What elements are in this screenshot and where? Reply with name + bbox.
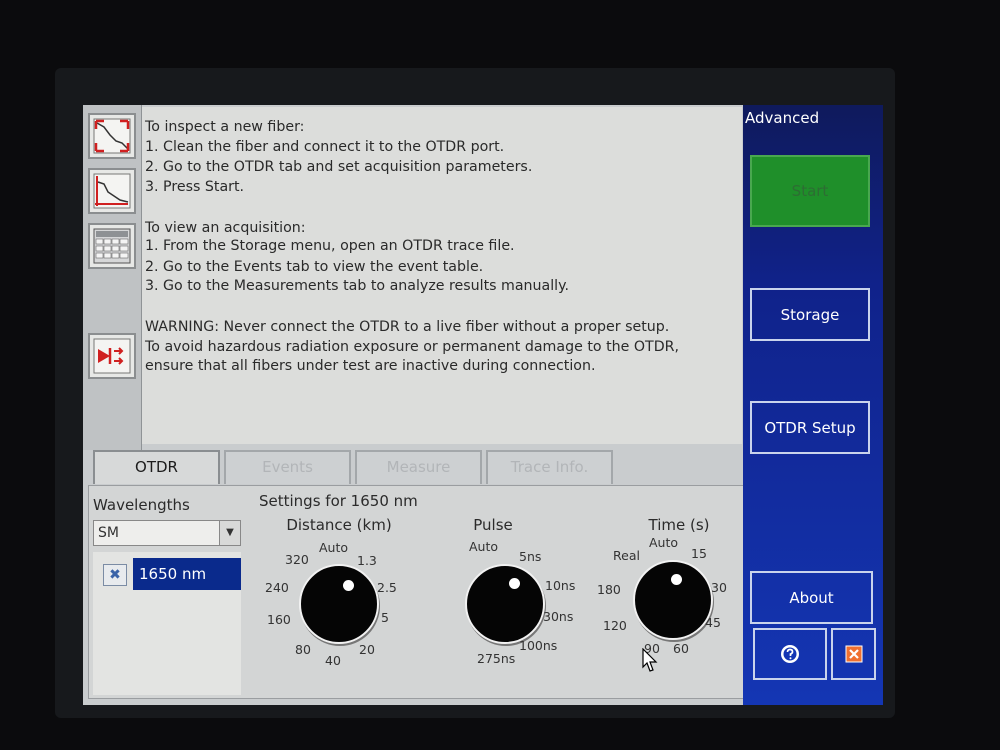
pulse-knob[interactable]	[465, 564, 545, 644]
warning-line: ensure that all fibers under test are in…	[145, 358, 596, 374]
fiber-mode-value: SM	[98, 525, 119, 541]
time-tick: Auto	[649, 535, 679, 550]
distance-tick: 20	[359, 642, 375, 657]
start-button[interactable]: Start	[750, 155, 870, 227]
close-icon	[845, 645, 862, 663]
fiber-mode-select[interactable]: SM ▼	[93, 520, 241, 546]
time-tick: Real	[613, 548, 640, 563]
distance-title: Distance (km)	[286, 516, 392, 534]
warning-line: To avoid hazardous radiation exposure or…	[145, 339, 679, 355]
distance-tick: 320	[285, 552, 309, 567]
info-line: 1. From the Storage menu, open an OTDR t…	[145, 238, 515, 254]
distance-tick: 160	[267, 612, 291, 627]
side-panel-title: Advanced	[745, 109, 820, 127]
distance-tick: 2.5	[377, 580, 397, 595]
wavelengths-label: Wavelengths	[93, 496, 190, 514]
distance-dial-group: Distance (km) Auto 1.3 2.5 5 20 40 80 16…	[249, 512, 429, 692]
time-dial-group: Time (s) Auto 15 30 45 60 90 120 180 Rea…	[589, 512, 769, 692]
info-line: 2. Go to the OTDR tab and set acquisitio…	[145, 159, 533, 175]
left-toolbar	[83, 105, 142, 450]
distance-tick: 1.3	[357, 553, 377, 568]
pulse-tick: 100ns	[519, 638, 558, 653]
time-tick: 120	[603, 618, 627, 633]
info-line: 3. Go to the Measurements tab to analyze…	[145, 278, 570, 294]
info-line: To inspect a new fiber:	[145, 119, 305, 135]
tab-bar: OTDR Events Measure Trace Info.	[88, 448, 748, 488]
info-line: 3. Press Start.	[145, 179, 245, 195]
time-tick: 45	[705, 615, 721, 630]
time-tick: 30	[711, 580, 727, 595]
time-tick: 180	[597, 582, 621, 597]
wavelength-checkbox[interactable]: ✖	[103, 564, 127, 586]
distance-knob[interactable]	[299, 564, 379, 644]
mouse-cursor-icon	[642, 648, 658, 672]
tab-measure[interactable]: Measure	[355, 450, 482, 484]
otdr-screen: To inspect a new fiber: 1. Clean the fib…	[83, 105, 883, 705]
instructions-panel: To inspect a new fiber: 1. Clean the fib…	[142, 107, 742, 444]
close-button[interactable]	[831, 628, 876, 680]
distance-tick: 240	[265, 580, 289, 595]
about-button[interactable]: About	[750, 571, 873, 624]
info-line: 2. Go to the Events tab to view the even…	[145, 259, 484, 275]
side-panel: Advanced Start Storage OTDR Setup About	[743, 105, 883, 705]
pulse-tick: 30ns	[543, 609, 574, 624]
warning-line: WARNING: Never connect the OTDR to a liv…	[145, 319, 670, 335]
settings-title: Settings for 1650 nm	[259, 492, 418, 510]
help-button[interactable]	[753, 628, 827, 680]
time-tick: 60	[673, 641, 689, 656]
trace-zoom-icon[interactable]	[88, 168, 136, 214]
time-title: Time (s)	[648, 516, 710, 534]
event-table-icon[interactable]	[88, 223, 136, 269]
storage-button[interactable]: Storage	[750, 288, 870, 341]
distance-tick: 5	[381, 610, 389, 625]
pulse-tick: Auto	[469, 539, 499, 554]
wavelength-list: ✖ 1650 nm	[93, 552, 241, 695]
pulse-tick: 275ns	[477, 651, 516, 666]
distance-tick: Auto	[319, 540, 349, 555]
pulse-tick: 5ns	[519, 549, 542, 564]
otdr-setup-button[interactable]: OTDR Setup	[750, 401, 870, 454]
time-tick: 15	[691, 546, 707, 561]
time-knob[interactable]	[633, 560, 713, 640]
distance-tick: 40	[325, 653, 341, 668]
laser-source-icon[interactable]	[88, 333, 136, 379]
tab-events[interactable]: Events	[224, 450, 351, 484]
distance-tick: 80	[295, 642, 311, 657]
info-line: 1. Clean the fiber and connect it to the…	[145, 139, 505, 155]
pulse-title: Pulse	[473, 516, 513, 534]
knob-indicator	[671, 574, 682, 585]
tab-otdr[interactable]: OTDR	[93, 450, 220, 484]
trace-overview-icon[interactable]	[88, 113, 136, 159]
pulse-tick: 10ns	[545, 578, 576, 593]
help-icon	[781, 645, 799, 663]
tab-trace-info[interactable]: Trace Info.	[486, 450, 613, 484]
chevron-down-icon[interactable]: ▼	[219, 521, 240, 545]
knob-indicator	[509, 578, 520, 589]
knob-indicator	[343, 580, 354, 591]
wavelength-item[interactable]: 1650 nm	[133, 558, 241, 590]
